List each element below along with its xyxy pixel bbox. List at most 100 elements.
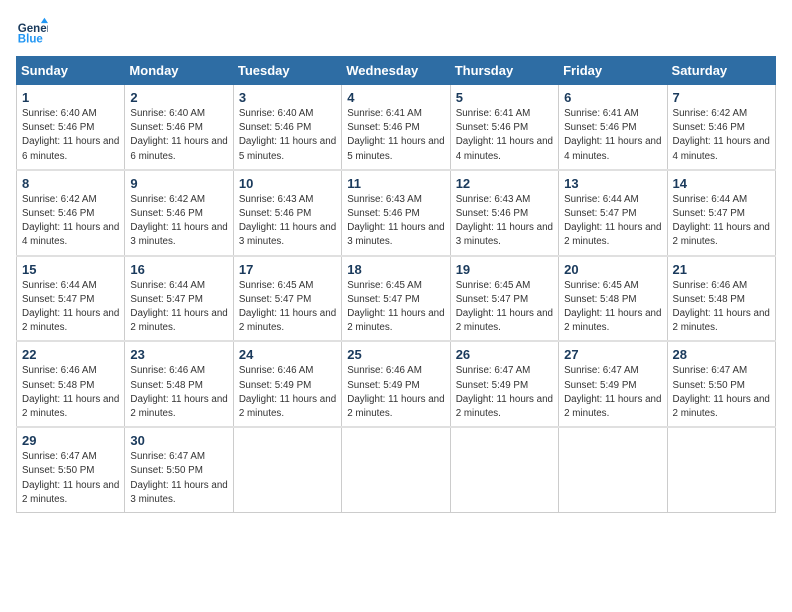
- daylight-text: Daylight: 11 hours and 6 minutes.: [130, 136, 227, 161]
- sunset-text: Sunset: 5:46 PM: [673, 122, 745, 133]
- day-info: Sunrise: 6:45 AM Sunset: 5:47 PM Dayligh…: [347, 279, 444, 336]
- calendar-week-row: 8 Sunrise: 6:42 AM Sunset: 5:46 PM Dayli…: [17, 170, 776, 256]
- day-info: Sunrise: 6:45 AM Sunset: 5:48 PM Dayligh…: [564, 279, 661, 336]
- day-number: 13: [564, 176, 661, 191]
- day-number: 16: [130, 262, 227, 277]
- day-number: 20: [564, 262, 661, 277]
- sunrise-text: Sunrise: 6:40 AM: [22, 108, 97, 119]
- daylight-text: Daylight: 11 hours and 3 minutes.: [456, 222, 553, 247]
- header-thursday: Thursday: [450, 57, 558, 85]
- day-number: 23: [130, 347, 227, 362]
- calendar-cell: 30 Sunrise: 6:47 AM Sunset: 5:50 PM Dayl…: [125, 427, 233, 512]
- sunset-text: Sunset: 5:47 PM: [347, 294, 419, 305]
- sunset-text: Sunset: 5:46 PM: [22, 208, 94, 219]
- sunset-text: Sunset: 5:46 PM: [239, 122, 311, 133]
- sunset-text: Sunset: 5:46 PM: [456, 208, 528, 219]
- day-number: 11: [347, 176, 444, 191]
- day-number: 3: [239, 90, 336, 105]
- day-info: Sunrise: 6:47 AM Sunset: 5:50 PM Dayligh…: [673, 364, 770, 421]
- sunrise-text: Sunrise: 6:47 AM: [673, 365, 748, 376]
- daylight-text: Daylight: 11 hours and 4 minutes.: [22, 222, 119, 247]
- day-info: Sunrise: 6:43 AM Sunset: 5:46 PM Dayligh…: [456, 193, 553, 250]
- daylight-text: Daylight: 11 hours and 3 minutes.: [239, 222, 336, 247]
- sunset-text: Sunset: 5:47 PM: [456, 294, 528, 305]
- day-info: Sunrise: 6:43 AM Sunset: 5:46 PM Dayligh…: [239, 193, 336, 250]
- sunrise-text: Sunrise: 6:43 AM: [347, 194, 422, 205]
- day-number: 1: [22, 90, 119, 105]
- sunset-text: Sunset: 5:46 PM: [347, 122, 419, 133]
- sunrise-text: Sunrise: 6:45 AM: [347, 280, 422, 291]
- day-info: Sunrise: 6:46 AM Sunset: 5:48 PM Dayligh…: [130, 364, 227, 421]
- day-number: 14: [673, 176, 770, 191]
- calendar-header-row: SundayMondayTuesdayWednesdayThursdayFrid…: [17, 57, 776, 85]
- daylight-text: Daylight: 11 hours and 4 minutes.: [456, 136, 553, 161]
- day-info: Sunrise: 6:42 AM Sunset: 5:46 PM Dayligh…: [673, 107, 770, 164]
- day-info: Sunrise: 6:40 AM Sunset: 5:46 PM Dayligh…: [130, 107, 227, 164]
- day-number: 30: [130, 433, 227, 448]
- sunset-text: Sunset: 5:49 PM: [347, 380, 419, 391]
- daylight-text: Daylight: 11 hours and 2 minutes.: [673, 308, 770, 333]
- sunset-text: Sunset: 5:48 PM: [130, 380, 202, 391]
- sunset-text: Sunset: 5:46 PM: [22, 122, 94, 133]
- day-info: Sunrise: 6:46 AM Sunset: 5:48 PM Dayligh…: [22, 364, 119, 421]
- daylight-text: Daylight: 11 hours and 2 minutes.: [456, 308, 553, 333]
- calendar-cell: 3 Sunrise: 6:40 AM Sunset: 5:46 PM Dayli…: [233, 85, 341, 170]
- sunrise-text: Sunrise: 6:45 AM: [456, 280, 531, 291]
- sunset-text: Sunset: 5:48 PM: [22, 380, 94, 391]
- calendar-cell: 12 Sunrise: 6:43 AM Sunset: 5:46 PM Dayl…: [450, 170, 558, 256]
- calendar-cell: 28 Sunrise: 6:47 AM Sunset: 5:50 PM Dayl…: [667, 341, 775, 427]
- sunset-text: Sunset: 5:46 PM: [347, 208, 419, 219]
- sunrise-text: Sunrise: 6:47 AM: [130, 451, 205, 462]
- daylight-text: Daylight: 11 hours and 2 minutes.: [673, 394, 770, 419]
- calendar-week-row: 15 Sunrise: 6:44 AM Sunset: 5:47 PM Dayl…: [17, 256, 776, 342]
- daylight-text: Daylight: 11 hours and 4 minutes.: [673, 136, 770, 161]
- day-info: Sunrise: 6:40 AM Sunset: 5:46 PM Dayligh…: [22, 107, 119, 164]
- sunrise-text: Sunrise: 6:40 AM: [130, 108, 205, 119]
- sunset-text: Sunset: 5:46 PM: [564, 122, 636, 133]
- header-sunday: Sunday: [17, 57, 125, 85]
- sunset-text: Sunset: 5:50 PM: [130, 465, 202, 476]
- sunset-text: Sunset: 5:46 PM: [130, 122, 202, 133]
- sunrise-text: Sunrise: 6:46 AM: [130, 365, 205, 376]
- day-info: Sunrise: 6:42 AM Sunset: 5:46 PM Dayligh…: [22, 193, 119, 250]
- header-tuesday: Tuesday: [233, 57, 341, 85]
- day-info: Sunrise: 6:45 AM Sunset: 5:47 PM Dayligh…: [456, 279, 553, 336]
- sunset-text: Sunset: 5:49 PM: [239, 380, 311, 391]
- calendar-cell: 11 Sunrise: 6:43 AM Sunset: 5:46 PM Dayl…: [342, 170, 450, 256]
- sunrise-text: Sunrise: 6:46 AM: [22, 365, 97, 376]
- header-monday: Monday: [125, 57, 233, 85]
- day-number: 26: [456, 347, 553, 362]
- sunrise-text: Sunrise: 6:44 AM: [673, 194, 748, 205]
- daylight-text: Daylight: 11 hours and 4 minutes.: [564, 136, 661, 161]
- day-info: Sunrise: 6:43 AM Sunset: 5:46 PM Dayligh…: [347, 193, 444, 250]
- calendar-cell: 1 Sunrise: 6:40 AM Sunset: 5:46 PM Dayli…: [17, 85, 125, 170]
- header-friday: Friday: [559, 57, 667, 85]
- sunset-text: Sunset: 5:48 PM: [673, 294, 745, 305]
- calendar-cell: 13 Sunrise: 6:44 AM Sunset: 5:47 PM Dayl…: [559, 170, 667, 256]
- day-info: Sunrise: 6:44 AM Sunset: 5:47 PM Dayligh…: [130, 279, 227, 336]
- day-info: Sunrise: 6:46 AM Sunset: 5:48 PM Dayligh…: [673, 279, 770, 336]
- sunrise-text: Sunrise: 6:46 AM: [673, 280, 748, 291]
- day-info: Sunrise: 6:47 AM Sunset: 5:49 PM Dayligh…: [456, 364, 553, 421]
- daylight-text: Daylight: 11 hours and 2 minutes.: [22, 308, 119, 333]
- calendar-cell: 23 Sunrise: 6:46 AM Sunset: 5:48 PM Dayl…: [125, 341, 233, 427]
- day-info: Sunrise: 6:47 AM Sunset: 5:50 PM Dayligh…: [130, 450, 227, 507]
- sunrise-text: Sunrise: 6:47 AM: [456, 365, 531, 376]
- calendar-week-row: 1 Sunrise: 6:40 AM Sunset: 5:46 PM Dayli…: [17, 85, 776, 170]
- sunset-text: Sunset: 5:48 PM: [564, 294, 636, 305]
- sunset-text: Sunset: 5:46 PM: [130, 208, 202, 219]
- sunrise-text: Sunrise: 6:45 AM: [564, 280, 639, 291]
- day-number: 7: [673, 90, 770, 105]
- day-number: 27: [564, 347, 661, 362]
- sunrise-text: Sunrise: 6:46 AM: [347, 365, 422, 376]
- day-number: 9: [130, 176, 227, 191]
- calendar-cell: 25 Sunrise: 6:46 AM Sunset: 5:49 PM Dayl…: [342, 341, 450, 427]
- calendar-cell: 24 Sunrise: 6:46 AM Sunset: 5:49 PM Dayl…: [233, 341, 341, 427]
- sunrise-text: Sunrise: 6:44 AM: [22, 280, 97, 291]
- sunrise-text: Sunrise: 6:46 AM: [239, 365, 314, 376]
- page-header: General Blue: [16, 16, 776, 48]
- day-number: 2: [130, 90, 227, 105]
- day-info: Sunrise: 6:44 AM Sunset: 5:47 PM Dayligh…: [22, 279, 119, 336]
- calendar-cell: 15 Sunrise: 6:44 AM Sunset: 5:47 PM Dayl…: [17, 256, 125, 342]
- day-number: 8: [22, 176, 119, 191]
